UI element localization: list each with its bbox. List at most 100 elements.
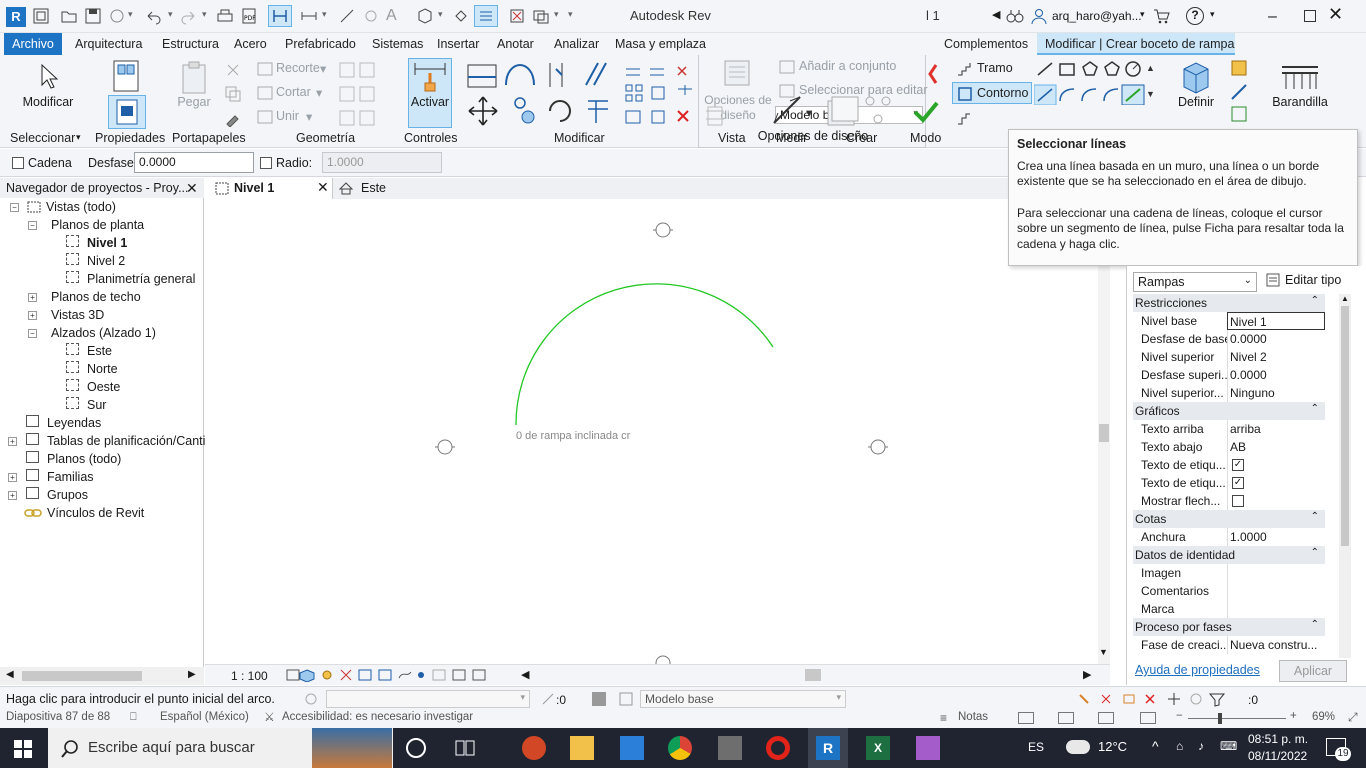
draw-tools-icon[interactable] [1034,59,1158,105]
define-icon[interactable] [1180,61,1212,95]
sync-icon[interactable] [108,7,126,25]
join-icon[interactable] [256,109,274,125]
measure-tool-icon[interactable] [770,93,806,129]
prop-value[interactable] [1227,600,1325,618]
hscroll-thumb[interactable] [805,669,821,681]
chevron-down-icon[interactable]: ▾ [202,9,207,20]
chevron-left-icon[interactable]: ◀ [992,8,1000,21]
elevation-marker-south[interactable] [655,655,671,664]
notes-icon[interactable]: ≡ [940,711,947,725]
checkbox-checked[interactable]: ✓ [1232,477,1244,489]
menu-acero[interactable]: Acero [234,37,267,51]
tree-nivel2[interactable]: Nivel 2 [87,254,125,268]
collapse-icon[interactable]: − [10,203,19,212]
expand-icon[interactable]: + [8,491,17,500]
cortana-icon[interactable] [406,738,426,758]
normal-view-icon[interactable] [1018,712,1034,724]
help-icon[interactable]: ? [1186,7,1204,25]
chevron-down-icon[interactable]: ▾ [806,105,812,120]
drawing-area[interactable]: 0 de rampa inclinada cr ▼ [205,199,1110,664]
redo-icon[interactable] [180,7,198,25]
revit-app-icon[interactable]: R [6,7,26,27]
winzip-icon[interactable] [916,736,940,760]
user-icon[interactable] [1030,7,1048,25]
checkbox-unchecked[interactable] [1232,495,1244,507]
tree-vistas3d[interactable]: Vistas 3D [51,308,104,322]
align-dimension-icon[interactable] [338,7,356,25]
language-status[interactable]: Español (México) [160,711,249,723]
chevron-down-icon[interactable]: ▾ [1140,9,1145,20]
chevron-down-icon[interactable]: ▾ [438,9,443,20]
tree-planos-techo[interactable]: Planos de techo [51,290,141,304]
type-selector[interactable]: Rampas ⌄ [1133,272,1257,292]
scroll-up-icon[interactable]: ▲ [1146,63,1155,73]
tree-vinculos[interactable]: Vínculos de Revit [47,506,144,520]
chevron-left-icon[interactable]: ◀ [521,668,529,681]
tree-alzados[interactable]: Alzados (Alzado 1) [51,326,156,340]
close-hidden-icon[interactable] [508,7,526,25]
editable-only-icon[interactable] [540,691,556,707]
home-icon[interactable] [32,7,50,25]
text-icon[interactable]: A [386,7,404,25]
zoom-slider-thumb[interactable] [1218,713,1222,724]
view-control-icons[interactable] [285,668,515,682]
activar-button[interactable]: Activar [408,95,452,109]
riser-icon[interactable] [956,112,972,126]
elevation-marker-east[interactable] [868,439,888,455]
workset-icon[interactable] [302,691,320,707]
open-icon[interactable] [60,7,78,25]
properties-icon[interactable] [108,95,146,129]
scroll-thumb[interactable] [1099,424,1109,442]
zoom-slider[interactable] [1188,718,1286,719]
elevation-marker-north[interactable] [653,222,673,238]
chevron-down-icon[interactable]: ▾ [322,9,327,20]
tree-planos[interactable]: Planos (todo) [47,452,121,466]
cancel-edit-icon[interactable] [928,63,938,85]
cursor-icon[interactable] [38,63,58,89]
collapse-icon[interactable]: − [28,221,37,230]
scroll-thumb[interactable] [1341,306,1349,546]
input-language[interactable]: ES [1028,740,1044,754]
checkbox-checked[interactable]: ✓ [1232,459,1244,471]
expand-icon[interactable]: + [28,293,37,302]
radio-input[interactable]: 1.0000 [322,152,442,173]
chevron-down-icon[interactable]: ▾ [128,9,133,20]
tree-este[interactable]: Este [87,344,112,358]
run-icon[interactable] [956,61,972,77]
chevron-down-icon[interactable]: ▼ [1099,647,1108,657]
chrome-icon[interactable] [668,736,692,760]
notes-button[interactable]: Notas [958,711,988,723]
tree-planimetria[interactable]: Planimetría general [87,272,195,286]
menu-prefabricado[interactable]: Prefabricado [285,37,356,51]
accessibility-icon[interactable]: ⚔ [264,710,275,724]
weather-icon[interactable] [1066,740,1090,754]
powerpoint-icon[interactable] [522,736,546,760]
workset-select[interactable]: ▾ [326,690,530,708]
tree-sur[interactable]: Sur [87,398,106,412]
scroll-thumb[interactable] [22,671,142,681]
chevron-down-icon[interactable]: ▾ [1210,9,1215,20]
opera-icon[interactable] [766,736,790,760]
prop-value[interactable]: 0.0000 [1227,330,1325,348]
unir-button[interactable]: Unir [276,109,299,123]
close-icon[interactable]: ✕ [317,179,329,196]
match-properties-icon[interactable] [224,109,242,127]
expand-icon[interactable]: + [28,311,37,320]
view-tool-icon[interactable] [704,105,726,129]
menu-anotar[interactable]: Anotar [497,37,534,51]
tree-norte[interactable]: Norte [87,362,118,376]
modify-tools-icon[interactable] [466,59,698,131]
tag-icon[interactable] [362,7,380,25]
edit-type-icon[interactable] [1265,272,1281,288]
cut-icon[interactable] [224,61,242,79]
canvas-vscrollbar[interactable]: ▼ [1098,199,1110,664]
apply-button[interactable]: Aplicar [1279,660,1347,682]
create-tool-icon[interactable] [824,93,896,129]
cut-geometry-icon[interactable] [256,85,274,101]
tree-vistas[interactable]: Vistas (todo) [46,200,116,214]
zoom-level[interactable]: 69% [1312,711,1335,723]
finish-edit-icon[interactable] [912,99,940,125]
chevron-down-icon[interactable]: ▾ [320,61,326,76]
minimize-icon[interactable]: – [1268,8,1277,26]
tramo-button[interactable]: Tramo [977,61,1013,75]
